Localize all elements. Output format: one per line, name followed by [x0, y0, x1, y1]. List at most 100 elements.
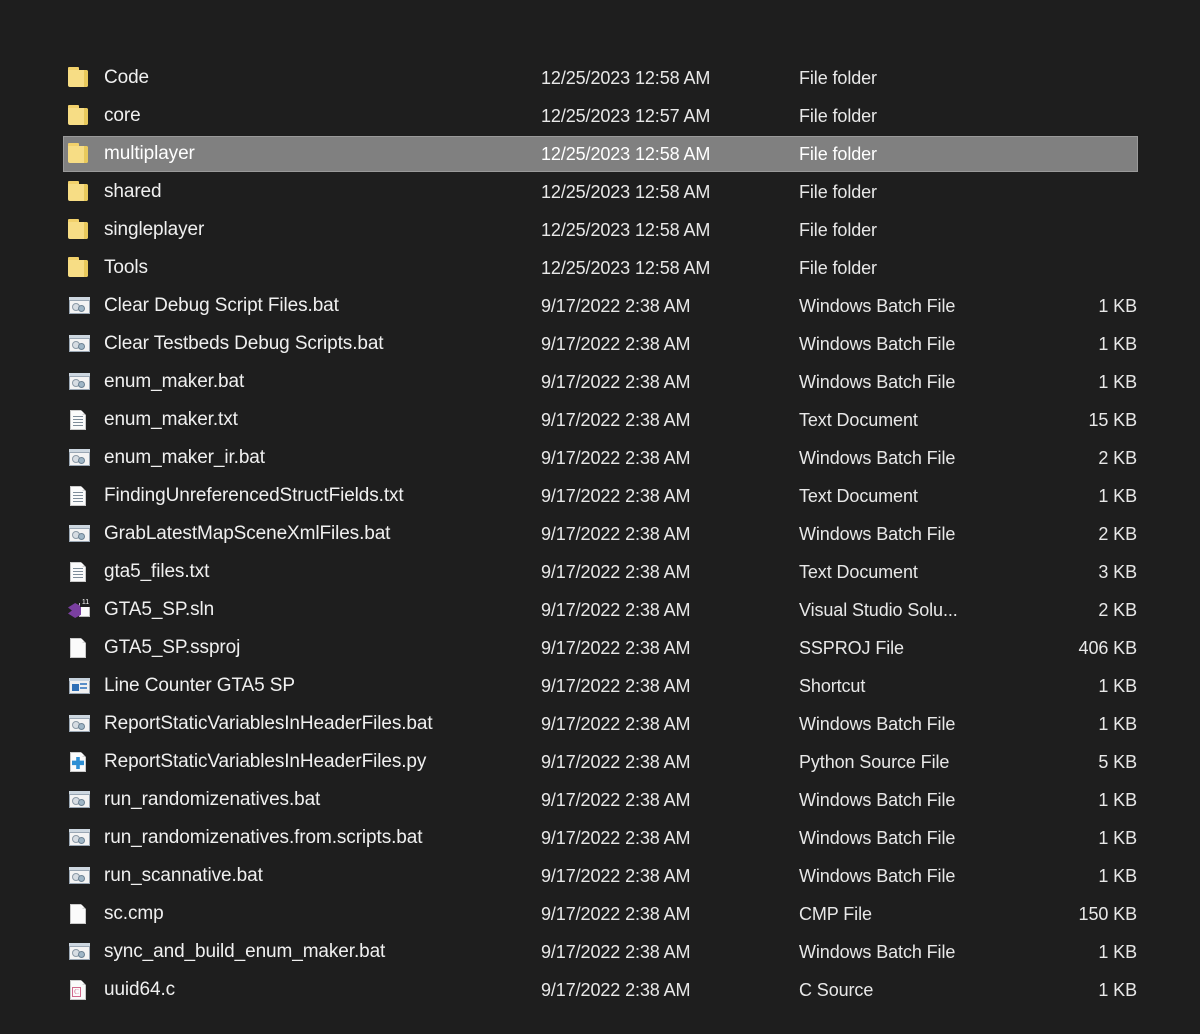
- file-type-cell: File folder: [799, 144, 1027, 165]
- file-size-cell: 2 KB: [1027, 524, 1137, 545]
- file-list-row[interactable]: run_randomizenatives.from.scripts.bat9/1…: [0, 819, 1200, 857]
- file-size-cell: 15 KB: [1027, 410, 1137, 431]
- file-icon-cell: [63, 522, 104, 546]
- file-name-cell: Line Counter GTA5 SP: [104, 675, 541, 697]
- text-document-icon: [67, 408, 93, 432]
- batch-file-icon: [67, 940, 93, 964]
- file-list-row[interactable]: ReportStaticVariablesInHeaderFiles.bat9/…: [0, 705, 1200, 743]
- text-document-icon: [67, 560, 93, 584]
- file-list-row[interactable]: core12/25/2023 12:57 AMFile folder: [0, 97, 1200, 135]
- file-type-cell: Text Document: [799, 486, 1027, 507]
- file-icon-cell: [63, 864, 104, 888]
- file-list-row[interactable]: enum_maker.txt9/17/2022 2:38 AMText Docu…: [0, 401, 1200, 439]
- date-modified-cell: 12/25/2023 12:58 AM: [541, 258, 799, 279]
- date-modified-cell: 9/17/2022 2:38 AM: [541, 752, 799, 773]
- file-size-cell: 2 KB: [1027, 600, 1137, 621]
- file-list-row[interactable]: Clear Testbeds Debug Scripts.bat9/17/202…: [0, 325, 1200, 363]
- file-type-cell: Windows Batch File: [799, 296, 1027, 317]
- file-name-cell: Clear Testbeds Debug Scripts.bat: [104, 333, 541, 355]
- date-modified-cell: 9/17/2022 2:38 AM: [541, 296, 799, 317]
- batch-file-icon: [67, 788, 93, 812]
- text-document-icon: [67, 484, 93, 508]
- file-list-row[interactable]: run_randomizenatives.bat9/17/2022 2:38 A…: [0, 781, 1200, 819]
- blank-file-icon: [67, 902, 93, 926]
- file-size-cell: 1 KB: [1027, 942, 1137, 963]
- file-list-row[interactable]: Code12/25/2023 12:58 AMFile folder: [0, 59, 1200, 97]
- date-modified-cell: 9/17/2022 2:38 AM: [541, 942, 799, 963]
- file-size-cell: 1 KB: [1027, 790, 1137, 811]
- file-icon-cell: [63, 218, 104, 242]
- file-size-cell: 1 KB: [1027, 676, 1137, 697]
- file-size-cell: 3 KB: [1027, 562, 1137, 583]
- batch-file-icon: [67, 446, 93, 470]
- file-icon-cell: [63, 180, 104, 204]
- file-list-row[interactable]: Clear Debug Script Files.bat9/17/2022 2:…: [0, 287, 1200, 325]
- file-icon-cell: [63, 332, 104, 356]
- file-icon-cell: [63, 256, 104, 280]
- file-icon-cell: C: [63, 978, 104, 1002]
- file-icon-cell: [63, 560, 104, 584]
- visual-studio-version-badge: 11: [80, 598, 91, 607]
- file-list-row[interactable]: Line Counter GTA5 SP9/17/2022 2:38 AMSho…: [0, 667, 1200, 705]
- file-list-row[interactable]: enum_maker_ir.bat9/17/2022 2:38 AMWindow…: [0, 439, 1200, 477]
- file-name-cell: ReportStaticVariablesInHeaderFiles.bat: [104, 713, 541, 735]
- file-name-cell: FindingUnreferencedStructFields.txt: [104, 485, 541, 507]
- file-icon-cell: [63, 142, 104, 166]
- file-list-row[interactable]: 11GTA5_SP.sln9/17/2022 2:38 AMVisual Stu…: [0, 591, 1200, 629]
- file-list-row[interactable]: ReportStaticVariablesInHeaderFiles.py9/1…: [0, 743, 1200, 781]
- date-modified-cell: 9/17/2022 2:38 AM: [541, 448, 799, 469]
- date-modified-cell: 12/25/2023 12:58 AM: [541, 144, 799, 165]
- date-modified-cell: 9/17/2022 2:38 AM: [541, 714, 799, 735]
- file-size-cell: 1 KB: [1027, 980, 1137, 1001]
- file-icon-cell: [63, 826, 104, 850]
- file-list-row[interactable]: enum_maker.bat9/17/2022 2:38 AMWindows B…: [0, 363, 1200, 401]
- date-modified-cell: 9/17/2022 2:38 AM: [541, 524, 799, 545]
- date-modified-cell: 9/17/2022 2:38 AM: [541, 334, 799, 355]
- file-list-row[interactable]: gta5_files.txt9/17/2022 2:38 AMText Docu…: [0, 553, 1200, 591]
- file-size-cell: 406 KB: [1027, 638, 1137, 659]
- file-name-cell: singleplayer: [104, 219, 541, 241]
- file-name-cell: uuid64.c: [104, 979, 541, 1001]
- file-list-row[interactable]: multiplayer12/25/2023 12:58 AMFile folde…: [0, 135, 1200, 173]
- file-name-cell: run_scannative.bat: [104, 865, 541, 887]
- date-modified-cell: 9/17/2022 2:38 AM: [541, 562, 799, 583]
- file-list-row[interactable]: run_scannative.bat9/17/2022 2:38 AMWindo…: [0, 857, 1200, 895]
- folder-icon: [67, 104, 93, 128]
- file-icon-cell: [63, 712, 104, 736]
- file-type-cell: Windows Batch File: [799, 790, 1027, 811]
- date-modified-cell: 9/17/2022 2:38 AM: [541, 638, 799, 659]
- folder-icon: [67, 218, 93, 242]
- file-name-cell: GTA5_SP.ssproj: [104, 637, 541, 659]
- file-size-cell: 2 KB: [1027, 448, 1137, 469]
- date-modified-cell: 9/17/2022 2:38 AM: [541, 828, 799, 849]
- file-list-row[interactable]: Tools12/25/2023 12:58 AMFile folder: [0, 249, 1200, 287]
- file-list-row[interactable]: Cuuid64.c9/17/2022 2:38 AMC Source1 KB: [0, 971, 1200, 1009]
- file-name-cell: GTA5_SP.sln: [104, 599, 541, 621]
- date-modified-cell: 12/25/2023 12:58 AM: [541, 68, 799, 89]
- file-icon-cell: [63, 408, 104, 432]
- file-icon-cell: [63, 940, 104, 964]
- date-modified-cell: 12/25/2023 12:57 AM: [541, 106, 799, 127]
- date-modified-cell: 9/17/2022 2:38 AM: [541, 676, 799, 697]
- batch-file-icon: [67, 332, 93, 356]
- file-name-cell: enum_maker_ir.bat: [104, 447, 541, 469]
- file-list-row[interactable]: FindingUnreferencedStructFields.txt9/17/…: [0, 477, 1200, 515]
- file-list-row[interactable]: GrabLatestMapSceneXmlFiles.bat9/17/2022 …: [0, 515, 1200, 553]
- file-type-cell: File folder: [799, 182, 1027, 203]
- c-source-file-icon: C: [67, 978, 93, 1002]
- file-list-row[interactable]: shared12/25/2023 12:58 AMFile folder: [0, 173, 1200, 211]
- file-type-cell: Windows Batch File: [799, 942, 1027, 963]
- file-name-cell: ReportStaticVariablesInHeaderFiles.py: [104, 751, 541, 773]
- file-list-row[interactable]: sc.cmp9/17/2022 2:38 AMCMP File150 KB: [0, 895, 1200, 933]
- file-name-cell: Code: [104, 67, 541, 89]
- file-size-cell: 1 KB: [1027, 866, 1137, 887]
- folder-icon: [67, 142, 93, 166]
- file-list-row[interactable]: singleplayer12/25/2023 12:58 AMFile fold…: [0, 211, 1200, 249]
- file-list-row[interactable]: GTA5_SP.ssproj9/17/2022 2:38 AMSSPROJ Fi…: [0, 629, 1200, 667]
- date-modified-cell: 9/17/2022 2:38 AM: [541, 904, 799, 925]
- date-modified-cell: 9/17/2022 2:38 AM: [541, 410, 799, 431]
- file-name-cell: multiplayer: [104, 143, 541, 165]
- file-list-row[interactable]: sync_and_build_enum_maker.bat9/17/2022 2…: [0, 933, 1200, 971]
- file-list[interactable]: Code12/25/2023 12:58 AMFile foldercore12…: [0, 59, 1200, 1009]
- file-name-cell: sc.cmp: [104, 903, 541, 925]
